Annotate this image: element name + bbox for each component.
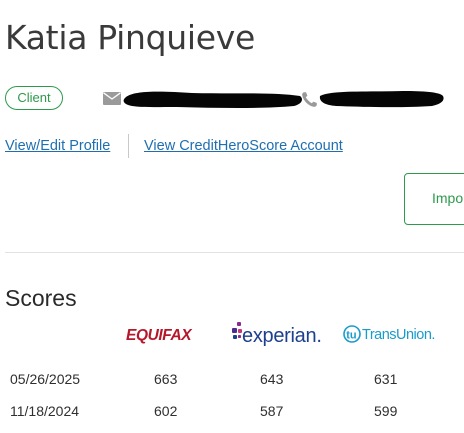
svg-text:tu: tu	[346, 330, 356, 342]
score-date: 11/18/2024	[10, 403, 80, 419]
experian-score: 643	[260, 371, 284, 387]
client-profile-page: Katia Pinquieve Client View/Edit Profile…	[0, 0, 464, 433]
mail-icon	[103, 92, 121, 105]
score-date: 05/26/2025	[10, 371, 81, 387]
phone-icon	[302, 92, 317, 107]
import-button[interactable]: Impo	[404, 173, 464, 225]
client-name-heading: Katia Pinquieve	[5, 18, 256, 57]
equifax-score: 663	[154, 371, 178, 387]
svg-text:EQUIFAX: EQUIFAX	[126, 327, 193, 344]
view-edit-profile-link[interactable]: View/Edit Profile	[5, 138, 110, 154]
transunion-score: 631	[374, 371, 398, 387]
transunion-score: 599	[374, 403, 398, 419]
equifax-score: 602	[154, 403, 178, 419]
view-account-link[interactable]: View CreditHeroScore Account	[144, 138, 343, 154]
experian-score: 587	[260, 403, 284, 419]
svg-text:experian.: experian.	[242, 325, 322, 347]
svg-text:TransUnion.: TransUnion.	[362, 327, 435, 343]
scores-heading: Scores	[5, 285, 77, 311]
redacted-phone-mark	[319, 91, 444, 108]
experian-logo: experian.	[232, 322, 322, 347]
transunion-logo: tu TransUnion.	[343, 325, 435, 343]
client-status-badge: Client	[5, 86, 63, 110]
redacted-email-mark	[123, 91, 302, 108]
section-divider	[5, 252, 464, 253]
equifax-logo: EQUIFAX	[126, 327, 194, 344]
link-separator	[128, 134, 129, 158]
